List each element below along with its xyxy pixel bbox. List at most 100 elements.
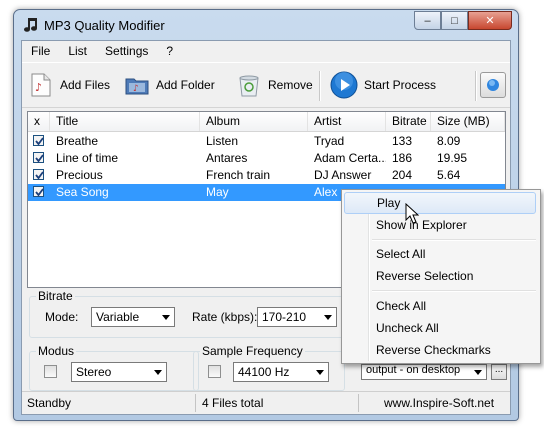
- context-menu-uncheck-all[interactable]: Uncheck All: [344, 317, 536, 339]
- frequency-value: 44100 Hz: [238, 365, 290, 379]
- cell-album: May: [206, 185, 229, 199]
- row-checkbox[interactable]: [33, 169, 44, 180]
- chevron-down-icon: [474, 370, 482, 375]
- menu-bar: File List Settings ?: [22, 41, 510, 61]
- cell-title: Sea Song: [56, 185, 109, 199]
- menu-help[interactable]: ?: [157, 41, 182, 61]
- start-process-button[interactable]: Start Process: [330, 71, 436, 99]
- mouse-cursor-icon: [405, 203, 419, 224]
- row-checkbox[interactable]: [33, 135, 44, 146]
- menu-settings[interactable]: Settings: [96, 41, 157, 61]
- modus-checkbox[interactable]: [44, 365, 57, 378]
- chevron-down-icon: [316, 370, 324, 375]
- frequency-group-label: Sample Frequency: [200, 344, 305, 358]
- play-icon: [330, 71, 358, 99]
- add-files-label: Add Files: [60, 78, 111, 92]
- column-header-title[interactable]: Title: [50, 112, 200, 131]
- checkmark-icon: [35, 137, 44, 146]
- cell-bitrate: 204: [392, 168, 413, 182]
- status-divider: [195, 394, 196, 412]
- maximize-button[interactable]: □: [441, 11, 468, 30]
- toolbar-separator: [319, 71, 321, 101]
- list-header: x Title Album Artist Bitrate Size (MB): [28, 112, 505, 132]
- column-header-bitrate[interactable]: Bitrate: [386, 112, 431, 131]
- add-folder-icon: ♪: [125, 78, 149, 95]
- context-menu-separator: [372, 239, 536, 241]
- cell-album: Antares: [206, 151, 248, 165]
- bitrate-group: Bitrate Mode: Variable Rate (kbps): 170-…: [29, 289, 344, 338]
- cell-size: 19.95: [437, 151, 468, 165]
- add-file-icon: ♪: [31, 73, 51, 97]
- context-menu: Play Show in Explorer Select All Reverse…: [341, 189, 541, 364]
- add-folder-button[interactable]: ♪ Add Folder: [124, 71, 215, 99]
- output-dropdown[interactable]: output - on desktop: [361, 364, 487, 380]
- remove-label: Remove: [268, 78, 313, 92]
- add-folder-label: Add Folder: [156, 78, 215, 92]
- checkmark-icon: [35, 188, 44, 197]
- cell-artist: Adam Certa...: [314, 151, 386, 165]
- status-divider: [358, 394, 359, 412]
- title-bar[interactable]: MP3 Quality Modifier – □ ✕: [14, 10, 518, 40]
- table-row[interactable]: Line of time Antares Adam Certa... 186 1…: [28, 150, 505, 167]
- status-state: Standby: [27, 396, 72, 410]
- context-menu-show-in-explorer[interactable]: Show in Explorer: [344, 214, 536, 236]
- start-process-label: Start Process: [364, 78, 437, 92]
- mode-label: Mode:: [45, 310, 79, 324]
- cell-title: Breathe: [56, 134, 99, 148]
- toolbar-separator: [475, 71, 477, 101]
- svg-text:♪: ♪: [35, 81, 42, 94]
- cell-title: Line of time: [56, 151, 119, 165]
- minimize-button[interactable]: –: [414, 11, 441, 30]
- rate-value: 170-210: [262, 310, 307, 324]
- menu-file[interactable]: File: [22, 41, 59, 61]
- cell-artist: Tryad: [314, 134, 345, 148]
- context-menu-reverse-selection[interactable]: Reverse Selection: [344, 265, 536, 287]
- modus-group: Modus Stereo: [29, 344, 199, 391]
- row-checkbox[interactable]: [33, 186, 44, 197]
- column-header-check[interactable]: x: [28, 112, 50, 131]
- row-checkbox[interactable]: [33, 152, 44, 163]
- column-header-album[interactable]: Album: [200, 112, 308, 131]
- add-files-button[interactable]: ♪ Add Files: [28, 71, 110, 99]
- cell-album: Listen: [206, 134, 239, 148]
- table-row[interactable]: Precious French train DJ Answer 204 5.64: [28, 167, 505, 184]
- cell-bitrate: 133: [392, 134, 413, 148]
- menu-list[interactable]: List: [59, 41, 96, 61]
- rate-dropdown[interactable]: 170-210: [257, 307, 337, 327]
- context-menu-play[interactable]: Play: [344, 192, 536, 214]
- checkmark-icon: [35, 171, 44, 180]
- cell-bitrate: 186: [392, 151, 413, 165]
- toolbar: ♪ Add Files ♪ Add Folder Remove Start Pr…: [22, 62, 510, 108]
- svg-text:♪: ♪: [133, 84, 139, 94]
- status-website: www.Inspire-Soft.net: [384, 396, 495, 410]
- blue-orb-icon: [487, 79, 499, 91]
- music-note-icon: [24, 18, 37, 32]
- cell-album: French train: [206, 168, 271, 182]
- context-menu-select-all[interactable]: Select All: [344, 243, 536, 265]
- column-header-size[interactable]: Size (MB): [431, 112, 505, 131]
- column-header-artist[interactable]: Artist: [308, 112, 386, 131]
- context-menu-check-all[interactable]: Check All: [344, 295, 536, 317]
- remove-button[interactable]: Remove: [236, 71, 313, 99]
- frequency-dropdown[interactable]: 44100 Hz: [233, 362, 329, 382]
- close-button[interactable]: ✕: [468, 11, 512, 30]
- cell-size: 5.64: [437, 168, 461, 182]
- table-row[interactable]: Breathe Listen Tryad 133 8.09: [28, 133, 505, 150]
- mode-dropdown[interactable]: Variable: [91, 307, 175, 327]
- cell-title: Precious: [56, 168, 103, 182]
- chevron-down-icon: [324, 315, 332, 320]
- status-bar: Standby 4 Files total www.Inspire-Soft.n…: [22, 391, 510, 414]
- cell-artist: DJ Answer: [314, 168, 372, 182]
- context-menu-separator: [372, 290, 536, 292]
- cell-size: 8.09: [437, 134, 461, 148]
- bitrate-group-label: Bitrate: [36, 289, 75, 303]
- modus-dropdown[interactable]: Stereo: [71, 362, 167, 382]
- context-menu-reverse-checkmarks[interactable]: Reverse Checkmarks: [344, 339, 536, 361]
- browse-output-button[interactable]: ...: [491, 364, 507, 380]
- mode-value: Variable: [96, 310, 140, 324]
- checkmark-icon: [35, 154, 44, 163]
- info-button[interactable]: [480, 72, 506, 98]
- frequency-checkbox[interactable]: [208, 365, 221, 378]
- status-file-count: 4 Files total: [202, 396, 264, 410]
- output-value: output - on desktop: [366, 364, 461, 376]
